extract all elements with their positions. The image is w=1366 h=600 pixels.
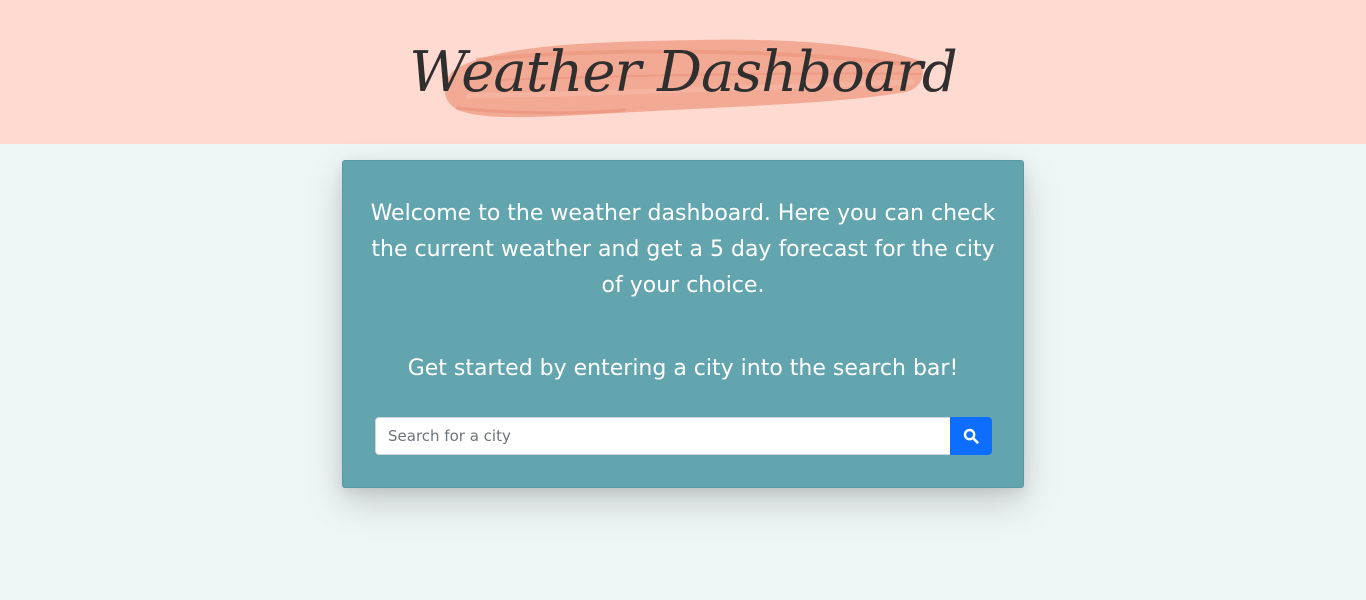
search-icon [963,428,979,444]
page-title: Weather Dashboard [409,40,957,105]
get-started-text: Get started by entering a city into the … [407,356,959,381]
search-button[interactable] [950,417,992,455]
page-header: Weather Dashboard [0,0,1366,144]
welcome-text: Welcome to the weather dashboard. Here y… [370,201,996,298]
welcome-card: Welcome to the weather dashboard. Here y… [342,160,1024,488]
city-search-input[interactable] [375,417,951,455]
